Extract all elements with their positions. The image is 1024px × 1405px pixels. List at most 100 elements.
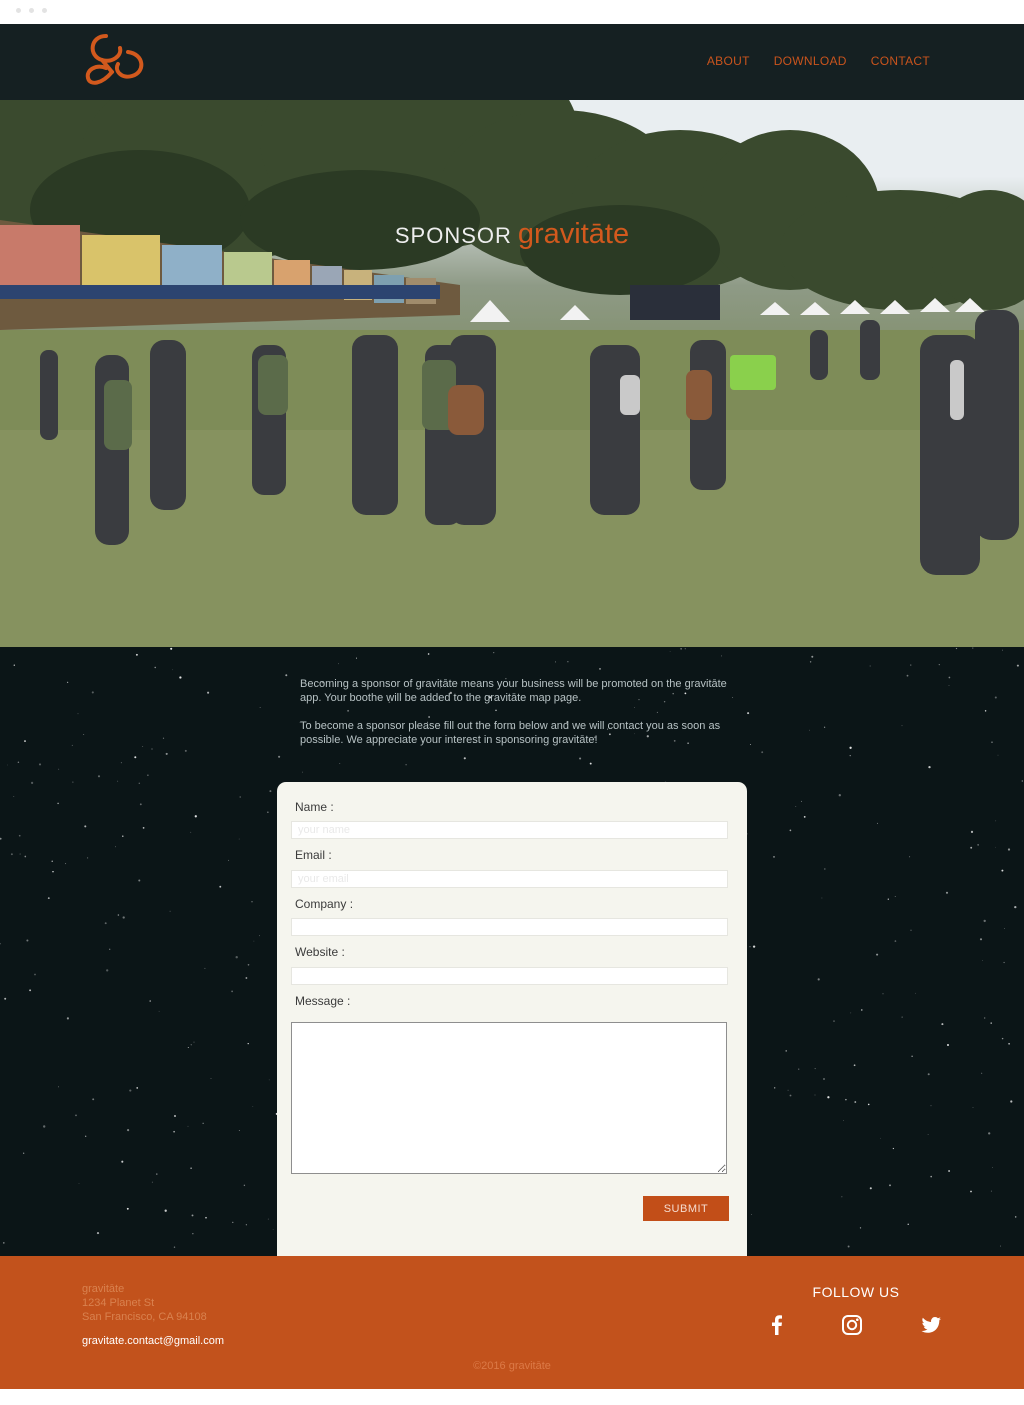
star — [817, 978, 820, 981]
window-dot — [42, 8, 47, 13]
nav-contact-link[interactable]: CONTACT — [871, 54, 930, 68]
star — [259, 935, 260, 937]
company-field[interactable] — [291, 918, 728, 936]
star — [172, 669, 174, 671]
star — [680, 648, 682, 650]
star — [992, 1167, 993, 1168]
star — [876, 953, 879, 956]
star — [1016, 664, 1019, 667]
star — [774, 1087, 776, 1089]
star — [997, 754, 999, 756]
star — [149, 1000, 151, 1002]
star — [669, 651, 671, 653]
star — [927, 1073, 930, 1076]
star — [887, 898, 889, 900]
footer-email-link[interactable]: gravitate.contact@gmail.com — [82, 1335, 224, 1347]
footer-copyright: ©2016 gravitāte — [473, 1360, 551, 1372]
star — [162, 737, 165, 739]
star — [889, 1184, 891, 1187]
star — [684, 648, 686, 650]
star — [210, 1078, 212, 1079]
star — [1002, 649, 1003, 651]
star — [109, 948, 111, 950]
nav-about-link[interactable]: ABOUT — [707, 54, 750, 68]
submit-button[interactable]: SUBMIT — [643, 1196, 729, 1221]
star — [147, 774, 149, 777]
star — [955, 647, 958, 650]
sponsor-section: Becoming a sponsor of gravitāte means yo… — [0, 647, 1024, 1256]
instagram-icon[interactable] — [840, 1313, 864, 1337]
sponsor-form: Name : Email : Company : Website : Messa… — [277, 782, 747, 1256]
festival-photo — [0, 100, 1024, 647]
star — [827, 1096, 830, 1099]
star — [823, 726, 826, 728]
star — [164, 1209, 167, 1212]
star — [493, 652, 495, 654]
star — [23, 1152, 25, 1154]
star — [355, 657, 358, 659]
star — [121, 1160, 124, 1163]
star — [809, 729, 810, 731]
website-field[interactable] — [291, 967, 728, 985]
star — [66, 681, 69, 684]
star — [990, 1190, 992, 1192]
intro-paragraph-2: To become a sponsor please fill out the … — [300, 720, 721, 746]
star — [156, 1173, 158, 1175]
star — [803, 816, 806, 818]
star — [892, 1147, 895, 1150]
star — [83, 734, 85, 736]
star — [190, 1044, 192, 1046]
star — [1001, 869, 1004, 872]
star — [138, 879, 141, 882]
star — [984, 710, 987, 712]
star — [814, 1094, 816, 1096]
star — [38, 763, 42, 766]
star — [901, 1016, 903, 1018]
nav-download-link[interactable]: DOWNLOAD — [774, 54, 847, 68]
star — [24, 855, 27, 858]
window-dot — [16, 8, 21, 13]
star — [239, 796, 241, 798]
star — [117, 780, 119, 782]
hero-title-prefix: SPONSOR — [394, 223, 512, 248]
star — [192, 1233, 194, 1235]
star — [17, 761, 20, 763]
message-label: Message : — [295, 994, 351, 1008]
site-footer: gravitāte 1234 Planet St San Francisco, … — [0, 1256, 1024, 1389]
gravitate-logo[interactable] — [82, 28, 150, 96]
page-bottom-strip — [0, 1389, 1024, 1405]
star — [811, 655, 814, 658]
company-label: Company : — [295, 897, 354, 911]
footer-city: San Francisco, CA 94108 — [82, 1311, 207, 1323]
star — [988, 1132, 991, 1135]
star — [151, 1181, 153, 1183]
message-textarea[interactable] — [291, 1022, 727, 1174]
star — [231, 990, 233, 993]
star — [948, 676, 951, 679]
star — [252, 1106, 254, 1107]
star — [43, 1125, 46, 1128]
star — [122, 916, 125, 919]
star — [268, 1079, 270, 1081]
star — [761, 751, 764, 754]
star — [999, 1245, 1002, 1247]
star — [190, 1167, 192, 1169]
star — [18, 834, 21, 837]
star — [907, 1223, 909, 1225]
star — [930, 1105, 932, 1107]
star — [995, 820, 997, 822]
star — [269, 790, 272, 793]
star — [136, 1087, 139, 1089]
star — [849, 746, 852, 749]
email-field[interactable] — [291, 870, 728, 888]
star — [948, 685, 950, 686]
star — [190, 831, 192, 833]
twitter-icon[interactable] — [919, 1313, 943, 1337]
name-field[interactable] — [291, 821, 728, 839]
star — [7, 764, 8, 766]
footer-brand: gravitāte — [82, 1283, 125, 1295]
star — [859, 1227, 862, 1229]
star — [861, 1009, 863, 1011]
star — [867, 1103, 870, 1106]
facebook-icon[interactable] — [765, 1313, 789, 1337]
